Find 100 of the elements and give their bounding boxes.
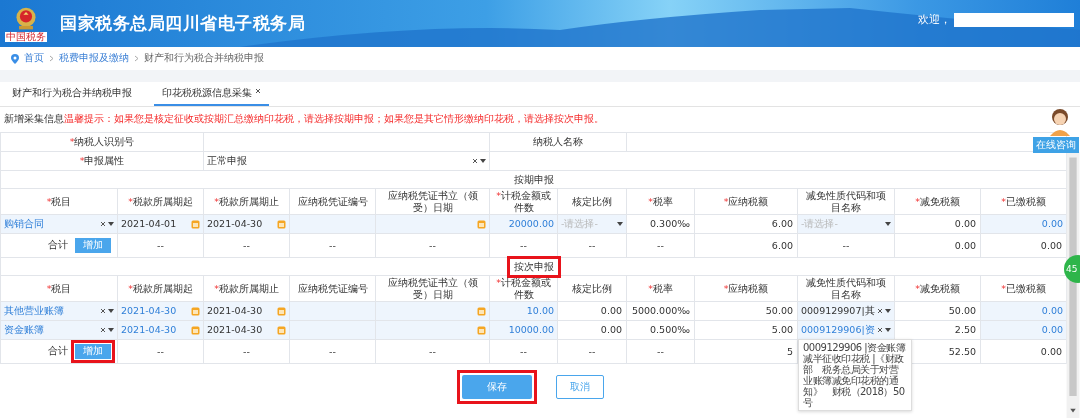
column-header: *税率 (626, 275, 695, 302)
table-cell: -- (375, 339, 490, 364)
caret-icon[interactable] (885, 328, 891, 332)
breadcrumb-link[interactable]: 税费申报及缴纳 (59, 52, 129, 65)
column-header: *税款所属期起 (117, 275, 204, 302)
clear-icon[interactable] (472, 158, 478, 164)
date-field[interactable]: 2021-04-30 (118, 321, 203, 339)
tooltip: 0009129906 |资金账簿减半征收印花税 |《财政部 税务总局关于对营业账簿减免印花税的通知》 财税（2018）50号 (798, 339, 912, 411)
column-header: *税目 (0, 188, 118, 215)
table-cell: 5000.000‰ (626, 301, 695, 321)
table-cell: 0.500‰ (626, 320, 695, 340)
input-field[interactable] (290, 302, 375, 320)
chevron-icon (49, 55, 54, 62)
clear-icon[interactable] (877, 327, 883, 333)
chevron-icon (134, 55, 139, 62)
column-header: *税款所属期起 (117, 188, 204, 215)
input-field[interactable] (290, 215, 375, 233)
table-cell: 6.00 (694, 214, 798, 234)
column-header: *税目 (0, 275, 118, 302)
date-field[interactable] (376, 302, 489, 320)
table-cell: 5 (694, 339, 798, 364)
table-cell: -- (375, 233, 490, 258)
add-button[interactable]: 增加 (75, 344, 111, 359)
total-label: 合计 (47, 239, 68, 250)
column-header: *已缴税额 (980, 275, 1067, 302)
caret-icon[interactable] (617, 222, 623, 226)
column-header: *已缴税额 (980, 188, 1067, 215)
notice-label: 新增采集信息 (4, 113, 64, 124)
clear-icon[interactable] (100, 308, 106, 314)
warning-text: 温馨提示：如果您是核定征收或按期汇总缴纳印花税，请选择按期申报；如果您是其它情形缴纳印花税，请选择按次申报。 (64, 113, 604, 124)
date-field[interactable]: 2021-04-30 (204, 321, 289, 339)
column-header: *计税金额或件数 (489, 275, 558, 302)
table-cell: -- (289, 233, 376, 258)
input-field[interactable]: 0.00 (981, 302, 1066, 320)
column-header: *应纳税额 (694, 275, 798, 302)
table-cell: 0.00 (980, 339, 1067, 364)
table-cell: 0.300‰ (626, 214, 695, 234)
table-cell: 0.00 (894, 214, 981, 234)
table-cell: -- (489, 339, 558, 364)
column-header: 应纳税凭证编号 (289, 275, 376, 302)
taxable-item-select[interactable]: 资金账簿 (1, 321, 117, 339)
add-button[interactable]: 增加 (75, 238, 111, 253)
caret-icon[interactable] (885, 222, 891, 226)
logo-text: 中国税务 (5, 31, 47, 42)
table-cell: 0.00 (557, 301, 627, 321)
date-field[interactable]: 2021-04-01 (118, 215, 203, 233)
taxable-item-select[interactable]: 其他营业账簿 (1, 302, 117, 320)
exemption-select[interactable]: 0009129907|其 (798, 302, 894, 320)
breadcrumb-link[interactable]: 首页 (24, 52, 44, 65)
floating-badge[interactable]: 45 (1064, 255, 1080, 283)
column-header: 应纳税凭证书立（领受）日期 (375, 275, 490, 302)
column-header: 核定比例 (557, 188, 627, 215)
save-button[interactable]: 保存 (462, 375, 532, 399)
tab[interactable]: 印花税税源信息采集 (154, 82, 269, 106)
date-field[interactable] (376, 215, 489, 233)
field-label: *纳税人识别号 (0, 132, 204, 152)
location-pin-icon (11, 53, 19, 64)
caret-icon[interactable] (108, 328, 114, 332)
caret-icon[interactable] (108, 222, 114, 226)
table-cell: 0.00 (557, 320, 627, 340)
tab[interactable]: 财产和行为税合并纳税申报 (4, 82, 140, 106)
table-cell: 6.00 (694, 233, 798, 258)
caret-icon[interactable] (885, 309, 891, 313)
field-label: 纳税人名称 (489, 132, 627, 152)
greeting-text: 欢迎， (918, 12, 951, 27)
column-header: 减免性质代码和项目名称 (797, 275, 895, 302)
date-field[interactable]: 2021-04-30 (204, 215, 289, 233)
table-cell: 50.00 (694, 301, 798, 321)
clear-icon[interactable] (100, 221, 106, 227)
clear-icon[interactable] (877, 308, 883, 314)
table-cell: 5.00 (694, 320, 798, 340)
input-field[interactable]: 10000.00 (490, 321, 557, 339)
column-header: 核定比例 (557, 275, 627, 302)
table-cell: -- (626, 233, 695, 258)
cancel-button[interactable]: 取消 (556, 375, 604, 399)
table-cell: -- (203, 233, 290, 258)
column-header: *应纳税额 (694, 188, 798, 215)
input-field[interactable] (290, 321, 375, 339)
table-cell: -- (557, 339, 627, 364)
site-title: 国家税务总局四川省电子税务局 (60, 12, 305, 35)
input-field[interactable]: 10.00 (490, 302, 557, 320)
table-cell: 0.00 (980, 233, 1067, 258)
close-icon[interactable] (255, 88, 261, 94)
input-field[interactable]: 0.00 (981, 215, 1066, 233)
input-field[interactable]: 20000.00 (490, 215, 557, 233)
caret-icon[interactable] (480, 159, 486, 163)
table-cell: -- (203, 339, 290, 364)
table-cell: 0.00 (894, 233, 981, 258)
exemption-select[interactable]: 0009129906|资 (798, 321, 894, 339)
online-consult-button[interactable]: 在线咨询 (1033, 137, 1079, 153)
clear-icon[interactable] (100, 327, 106, 333)
date-field[interactable]: 2021-04-30 (204, 302, 289, 320)
input-field[interactable]: 0.00 (981, 321, 1066, 339)
column-header: *减免税额 (894, 188, 981, 215)
table-cell: -- (289, 339, 376, 364)
caret-icon[interactable] (108, 309, 114, 313)
taxable-item-select[interactable]: 购销合同 (1, 215, 117, 233)
table-cell: -- (626, 339, 695, 364)
date-field[interactable] (376, 321, 489, 339)
date-field[interactable]: 2021-04-30 (118, 302, 203, 320)
